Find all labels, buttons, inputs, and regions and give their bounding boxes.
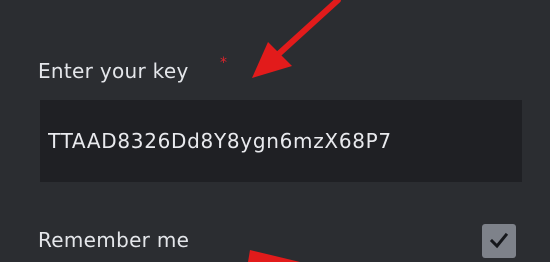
login-key-panel: Enter your key * Remember me	[0, 0, 550, 262]
remember-me-label: Remember me	[38, 228, 190, 252]
key-field-label: Enter your key	[38, 59, 189, 83]
key-input[interactable]	[40, 100, 522, 182]
remember-me-checkbox[interactable]	[482, 224, 516, 258]
bottom-red-arrow-icon	[248, 250, 300, 262]
checkmark-icon	[489, 232, 509, 249]
top-red-arrow-icon	[252, 0, 341, 78]
required-marker: *	[220, 55, 227, 71]
